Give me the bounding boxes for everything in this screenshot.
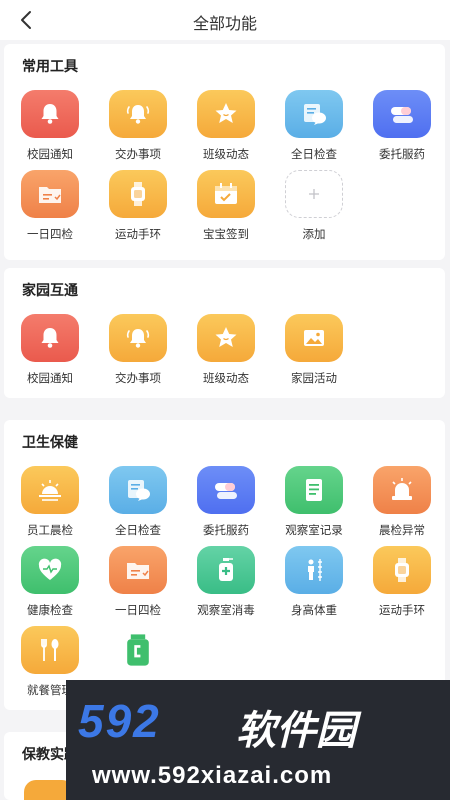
chat-doc-icon xyxy=(285,90,343,138)
health-item-label: 全日检查 xyxy=(115,525,161,537)
top-bar: 全部功能 xyxy=(0,0,450,40)
heart-icon xyxy=(21,546,79,594)
tool-item-add[interactable]: 添加 xyxy=(274,170,354,242)
section-home-school: 家园互通 校园通知 交办事项 班级动态 家园活动 xyxy=(4,268,445,398)
health-item-height-weight[interactable]: 身高体重 xyxy=(274,546,354,618)
tool-item-label: 一日四检 xyxy=(27,229,73,241)
pill-icon xyxy=(197,466,255,514)
ringing-bell-icon xyxy=(109,90,167,138)
tool-item-four-checks[interactable]: 一日四检 xyxy=(10,170,90,242)
health-item-observation-record[interactable]: 观察室记录 xyxy=(274,466,354,538)
home-item-label: 校园通知 xyxy=(27,373,73,385)
sunrise-icon xyxy=(21,466,79,514)
tool-item-school-notice[interactable]: 校园通知 xyxy=(10,90,90,162)
bell-icon xyxy=(21,90,79,138)
pill-icon xyxy=(373,90,431,138)
health-item-medication[interactable]: 委托服药 xyxy=(186,466,266,538)
star-icon xyxy=(197,90,255,138)
health-item-label: 身高体重 xyxy=(291,605,337,617)
section-title: 家园互通 xyxy=(22,282,78,298)
star-icon xyxy=(197,314,255,362)
health-item-staff-morning-check[interactable]: 员工晨检 xyxy=(10,466,90,538)
health-item-label: 晨检异常 xyxy=(379,525,425,537)
section-title: 卫生保健 xyxy=(22,434,78,450)
health-item-label: 委托服药 xyxy=(203,525,249,537)
home-item-school-notice[interactable]: 校园通知 xyxy=(10,314,90,386)
tool-item-label: 班级动态 xyxy=(203,149,249,161)
health-item-daily-check[interactable]: 全日检查 xyxy=(98,466,178,538)
health-item-jar[interactable] xyxy=(98,626,178,682)
health-item-four-checks[interactable]: 一日四检 xyxy=(98,546,178,618)
watch-icon xyxy=(373,546,431,594)
document-icon xyxy=(285,466,343,514)
tool-item-label: 宝宝签到 xyxy=(203,229,249,241)
health-item-health-exam[interactable]: 健康检查 xyxy=(10,546,90,618)
tool-item-baby-checkin[interactable]: 宝宝签到 xyxy=(186,170,266,242)
health-item-label: 观察室记录 xyxy=(285,525,343,537)
folder-icon xyxy=(109,546,167,594)
home-item-assigned-tasks[interactable]: 交办事项 xyxy=(98,314,178,386)
tool-item-assigned-tasks[interactable]: 交办事项 xyxy=(98,90,178,162)
home-item-label: 家园活动 xyxy=(291,373,337,385)
home-item-label: 交办事项 xyxy=(115,373,161,385)
chat-doc-icon xyxy=(109,466,167,514)
health-item-label: 健康检查 xyxy=(27,605,73,617)
page-title: 全部功能 xyxy=(192,16,257,33)
health-item-fitness-band[interactable]: 运动手环 xyxy=(362,546,442,618)
watermark-brand: 592 xyxy=(78,695,161,747)
height-icon xyxy=(285,546,343,594)
tool-item-daily-check[interactable]: 全日检查 xyxy=(274,90,354,162)
home-item-label: 班级动态 xyxy=(203,373,249,385)
home-item-activities[interactable]: 家园活动 xyxy=(274,314,354,386)
tool-item-label: 添加 xyxy=(302,229,326,241)
watermark-url: www.592xiazai.com xyxy=(92,762,333,789)
calendar-check-icon xyxy=(197,170,255,218)
health-item-morning-abnormal[interactable]: 晨检异常 xyxy=(362,466,442,538)
tool-item-label: 全日检查 xyxy=(291,149,337,161)
health-item-label: 员工晨检 xyxy=(27,525,73,537)
ringing-bell-icon xyxy=(109,314,167,362)
health-item-label: 运动手环 xyxy=(379,605,425,617)
folder-icon xyxy=(21,170,79,218)
home-item-class-news[interactable]: 班级动态 xyxy=(186,314,266,386)
health-item-disinfection[interactable]: 观察室消毒 xyxy=(186,546,266,618)
section-health-care: 卫生保健 员工晨检 全日检查 委托服药 观察室记录 晨检异常 健康检查 一日四检… xyxy=(4,420,445,710)
tool-item-fitness-band[interactable]: 运动手环 xyxy=(98,170,178,242)
sanitizer-icon xyxy=(197,546,255,594)
jar-icon xyxy=(109,626,167,674)
utensils-icon xyxy=(21,626,79,674)
watch-icon xyxy=(109,170,167,218)
watermark-banner: 592 软件园 www.592xiazai.com xyxy=(66,680,450,800)
section-common-tools: 常用工具 校园通知 交办事项 班级动态 全日检查 委托服药 一日四检 运动手环 … xyxy=(4,44,445,260)
tool-item-label: 委托服药 xyxy=(379,149,425,161)
health-item-label: 观察室消毒 xyxy=(197,605,255,617)
section-title: 常用工具 xyxy=(22,58,78,74)
tool-item-label: 校园通知 xyxy=(27,149,73,161)
tool-item-class-news[interactable]: 班级动态 xyxy=(186,90,266,162)
picture-icon xyxy=(285,314,343,362)
health-item-label: 一日四检 xyxy=(115,605,161,617)
plus-icon xyxy=(285,170,343,218)
tool-item-label: 交办事项 xyxy=(115,149,161,161)
bell-icon xyxy=(21,314,79,362)
watermark-brand-cn: 软件园 xyxy=(236,709,356,753)
tool-item-label: 运动手环 xyxy=(115,229,161,241)
tool-item-medication[interactable]: 委托服药 xyxy=(362,90,442,162)
alarm-light-icon xyxy=(373,466,431,514)
